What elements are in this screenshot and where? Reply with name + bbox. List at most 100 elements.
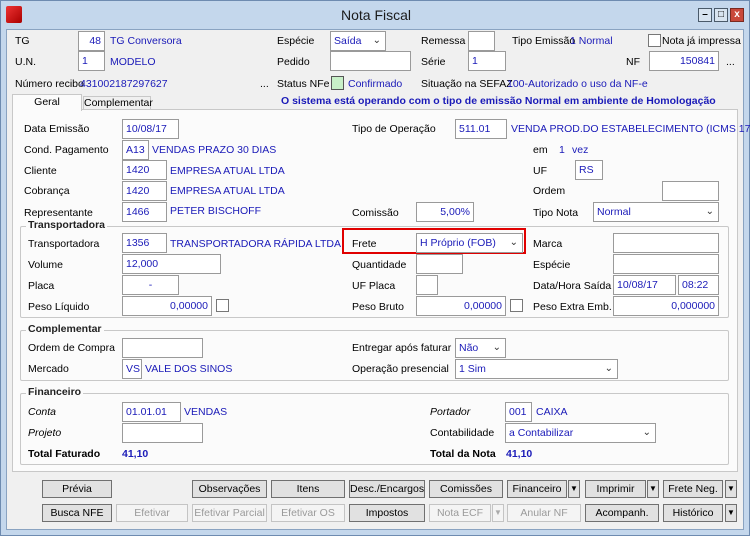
tipo-nota-select[interactable]: Normal ⌄: [593, 202, 719, 222]
hora-saida-input[interactable]: 08:22: [678, 275, 719, 295]
transportadora-name: TRANSPORTADORA RÁPIDA LTDA: [170, 238, 341, 250]
peso-bruto-input[interactable]: 0,00000: [416, 296, 506, 316]
impostos-button[interactable]: Impostos: [349, 504, 425, 522]
especie-volume-label: Espécie: [533, 259, 571, 271]
quantidade-label: Quantidade: [352, 259, 407, 271]
efetivar-button[interactable]: Efetivar: [116, 504, 188, 522]
close-button[interactable]: x: [730, 8, 744, 22]
historico-button[interactable]: Histórico: [663, 504, 723, 522]
frete-value: H Próprio (FOB): [420, 237, 496, 249]
nota-ecf-dropdown-arrow-icon[interactable]: ▼: [492, 504, 504, 522]
representante-input[interactable]: 1466: [122, 202, 167, 222]
total-faturado-value: 41,10: [122, 448, 149, 460]
nf-input[interactable]: 150841: [649, 51, 719, 71]
peso-extra-label: Peso Extra Emb.: [533, 301, 612, 313]
tipo-emissao-value: 1 Normal: [570, 35, 613, 47]
peso-liquido-checkbox[interactable]: [216, 299, 229, 312]
sefaz-label: Situação na SEFAZ: [421, 78, 513, 90]
comissoes-button[interactable]: Comissões: [429, 480, 503, 498]
peso-liquido-input[interactable]: 0,00000: [122, 296, 212, 316]
busca-nfe-button[interactable]: Busca NFE: [42, 504, 112, 522]
historico-dropdown-arrow-icon[interactable]: ▼: [725, 504, 737, 522]
conta-input[interactable]: 01.01.01: [122, 402, 181, 422]
uf-placa-label: UF Placa: [352, 280, 396, 292]
financeiro-dropdown-arrow-icon[interactable]: ▼: [568, 480, 580, 498]
tg-label: TG: [15, 35, 30, 47]
cobranca-input[interactable]: 1420: [122, 181, 167, 201]
presencial-select[interactable]: 1 Sim ⌄: [455, 359, 618, 379]
nota-ecf-button[interactable]: Nota ECF: [429, 504, 491, 522]
vez-label: vez: [572, 144, 589, 156]
tipo-operacao-desc: VENDA PROD.DO ESTABELECIMENTO (ICMS 17%): [511, 123, 750, 135]
conta-name: VENDAS: [184, 406, 228, 418]
quantidade-input[interactable]: [416, 254, 463, 274]
uf-placa-input[interactable]: [416, 275, 438, 295]
marca-input[interactable]: [613, 233, 719, 253]
ordem-label: Ordem: [533, 185, 566, 197]
mercado-input[interactable]: VS: [122, 359, 142, 379]
remessa-input[interactable]: [468, 31, 495, 51]
comissao-input[interactable]: 5,00%: [416, 202, 474, 222]
serie-input[interactable]: 1: [468, 51, 506, 71]
financeiro-button[interactable]: Financeiro: [507, 480, 567, 498]
minimize-button[interactable]: –: [698, 8, 712, 22]
acompanh-button[interactable]: Acompanh.: [585, 504, 659, 522]
presencial-label: Operação presencial: [352, 363, 449, 375]
projeto-input[interactable]: [122, 423, 203, 443]
peso-bruto-checkbox[interactable]: [510, 299, 523, 312]
observacoes-button[interactable]: Observações: [192, 480, 267, 498]
ordem-compra-label: Ordem de Compra: [28, 342, 115, 354]
recibo-lookup-button[interactable]: ...: [260, 77, 269, 91]
data-saida-input[interactable]: 10/08/17: [613, 275, 676, 295]
tg-input[interactable]: 48: [78, 31, 105, 51]
frete-neg-button[interactable]: Frete Neg.: [663, 480, 723, 498]
representante-name: PETER BISCHOFF: [170, 205, 262, 217]
cliente-name: EMPRESA ATUAL LTDA: [170, 165, 285, 177]
frete-neg-dropdown-arrow-icon[interactable]: ▼: [725, 480, 737, 498]
imprimir-button[interactable]: Imprimir: [585, 480, 646, 498]
itens-button[interactable]: Itens: [271, 480, 345, 498]
em-label: em: [533, 144, 548, 156]
tipo-operacao-input[interactable]: 511.01: [455, 119, 507, 139]
nf-lookup-button[interactable]: ...: [726, 55, 735, 69]
status-nfe-label: Status NFe: [277, 78, 330, 90]
volume-label: Volume: [28, 259, 64, 271]
desc-encargos-button[interactable]: Desc./Encargos: [349, 480, 425, 498]
previa-button[interactable]: Prévia: [42, 480, 112, 498]
efetivar-os-button[interactable]: Efetivar OS: [271, 504, 345, 522]
un-input[interactable]: 1: [78, 51, 105, 71]
imprimir-dropdown-arrow-icon[interactable]: ▼: [647, 480, 659, 498]
ordem-compra-input[interactable]: [122, 338, 203, 358]
nf-label: NF: [626, 56, 640, 68]
anular-nf-button[interactable]: Anular NF: [507, 504, 581, 522]
placa-label: Placa: [28, 280, 55, 292]
frete-select[interactable]: H Próprio (FOB) ⌄: [416, 233, 523, 253]
pedido-input[interactable]: [330, 51, 411, 71]
presencial-value: 1 Sim: [459, 363, 486, 375]
cond-pagamento-input[interactable]: A13: [122, 140, 149, 160]
data-emissao-input[interactable]: 10/08/17: [122, 119, 179, 139]
placa-input[interactable]: -: [122, 275, 179, 295]
un-label: U.N.: [15, 56, 36, 68]
especie-label: Espécie: [277, 35, 315, 47]
uf-input[interactable]: RS: [575, 160, 603, 180]
especie-select[interactable]: Saída ⌄: [330, 31, 386, 51]
transportadora-input[interactable]: 1356: [122, 233, 167, 253]
contabilidade-select[interactable]: a Contabilizar ⌄: [505, 423, 656, 443]
cliente-label: Cliente: [24, 165, 57, 177]
tab-complementar[interactable]: Complementar: [83, 96, 153, 110]
entregar-label: Entregar após faturar: [352, 342, 452, 354]
portador-input[interactable]: 001: [505, 402, 532, 422]
status-nfe-value: Confirmado: [348, 78, 403, 90]
especie-volume-input[interactable]: [613, 254, 719, 274]
efetivar-parcial-button[interactable]: Efetivar Parcial: [192, 504, 267, 522]
ordem-input[interactable]: [662, 181, 719, 201]
volume-input[interactable]: 12,000: [122, 254, 221, 274]
peso-extra-input[interactable]: 0,000000: [613, 296, 719, 316]
data-emissao-label: Data Emissão: [24, 123, 90, 135]
maximize-button[interactable]: □: [714, 8, 728, 22]
cliente-input[interactable]: 1420: [122, 160, 167, 180]
tab-geral[interactable]: Geral: [12, 94, 82, 111]
entregar-select[interactable]: Não ⌄: [455, 338, 506, 358]
nota-impressa-checkbox[interactable]: [648, 34, 661, 47]
